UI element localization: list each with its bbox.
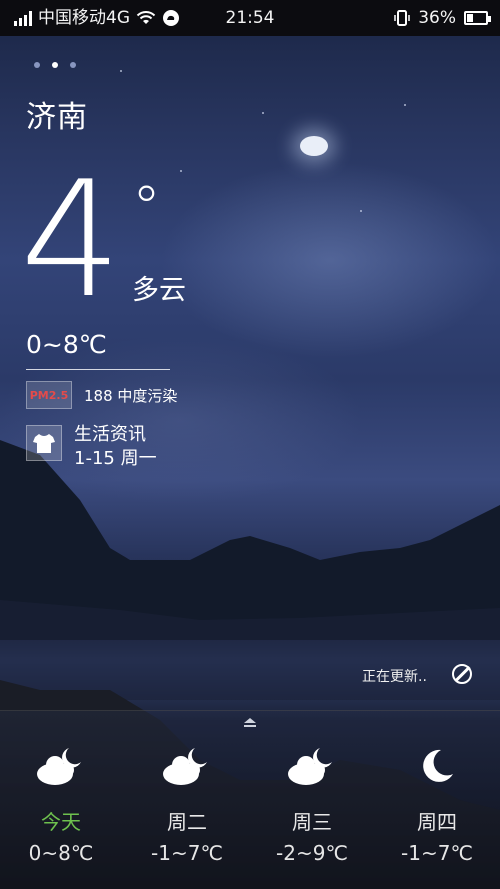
battery-icon	[464, 11, 491, 25]
air-quality[interactable]: PM2.5 188 中度污染	[26, 381, 177, 409]
cloudy-night-icon	[257, 740, 367, 792]
forecast-day-label: 周三	[292, 810, 332, 834]
forecast-range: -1~7℃	[401, 841, 473, 865]
cloudy-night-icon	[6, 740, 116, 792]
pm25-badge: PM2.5	[26, 381, 72, 409]
current-temperature: 4	[20, 146, 122, 333]
updating-status: 正在更新..	[362, 669, 427, 685]
weather-condition: 多云	[132, 275, 186, 306]
city-name[interactable]: 济南	[26, 92, 88, 136]
forecast-day-wednesday[interactable]: 周三 -2~9℃	[257, 740, 367, 865]
life-info-date: 1-15 周一	[74, 448, 157, 469]
cancel-update-icon[interactable]	[452, 664, 472, 684]
forecast-range: -1~7℃	[151, 841, 223, 865]
life-info-title: 生活资讯	[74, 424, 146, 445]
vibrate-icon	[394, 10, 410, 26]
forecast-day-label: 今天	[41, 810, 81, 834]
page-dot[interactable]	[70, 62, 76, 68]
carrier-label: 中国移动4G	[38, 8, 130, 28]
page-dot[interactable]	[34, 62, 40, 68]
status-bar: 21:54 中国移动4G 36%	[0, 0, 500, 36]
page-indicator[interactable]	[34, 62, 76, 68]
cloudy-night-icon	[132, 740, 242, 792]
wifi-icon	[136, 11, 156, 24]
forecast-range: 0~8℃	[28, 841, 94, 865]
status-right: 36%	[394, 0, 491, 36]
signal-icon	[14, 10, 32, 26]
today-range: 0~8℃	[26, 330, 107, 359]
clear-night-icon	[382, 740, 492, 792]
page-dot-active[interactable]	[52, 62, 58, 68]
degree-symbol: °	[132, 173, 161, 241]
expand-up-icon[interactable]	[242, 717, 258, 729]
life-info[interactable]: 生活资讯 1-15 周一	[26, 423, 157, 471]
air-quality-text: 188 中度污染	[84, 386, 178, 405]
divider	[26, 369, 170, 370]
forecast-day-label: 周四	[417, 810, 457, 834]
forecast-day-thursday[interactable]: 周四 -1~7℃	[382, 740, 492, 865]
forecast-day-label: 周二	[167, 810, 207, 834]
forecast-range: -2~9℃	[276, 841, 348, 865]
shirt-icon	[26, 425, 62, 461]
forecast-day-tuesday[interactable]: 周二 -1~7℃	[132, 740, 242, 865]
weather-app-notification-icon	[163, 10, 179, 26]
status-left: 中国移动4G	[14, 0, 180, 36]
forecast-day-today[interactable]: 今天 0~8℃	[6, 740, 116, 865]
battery-percent: 36%	[418, 8, 456, 28]
